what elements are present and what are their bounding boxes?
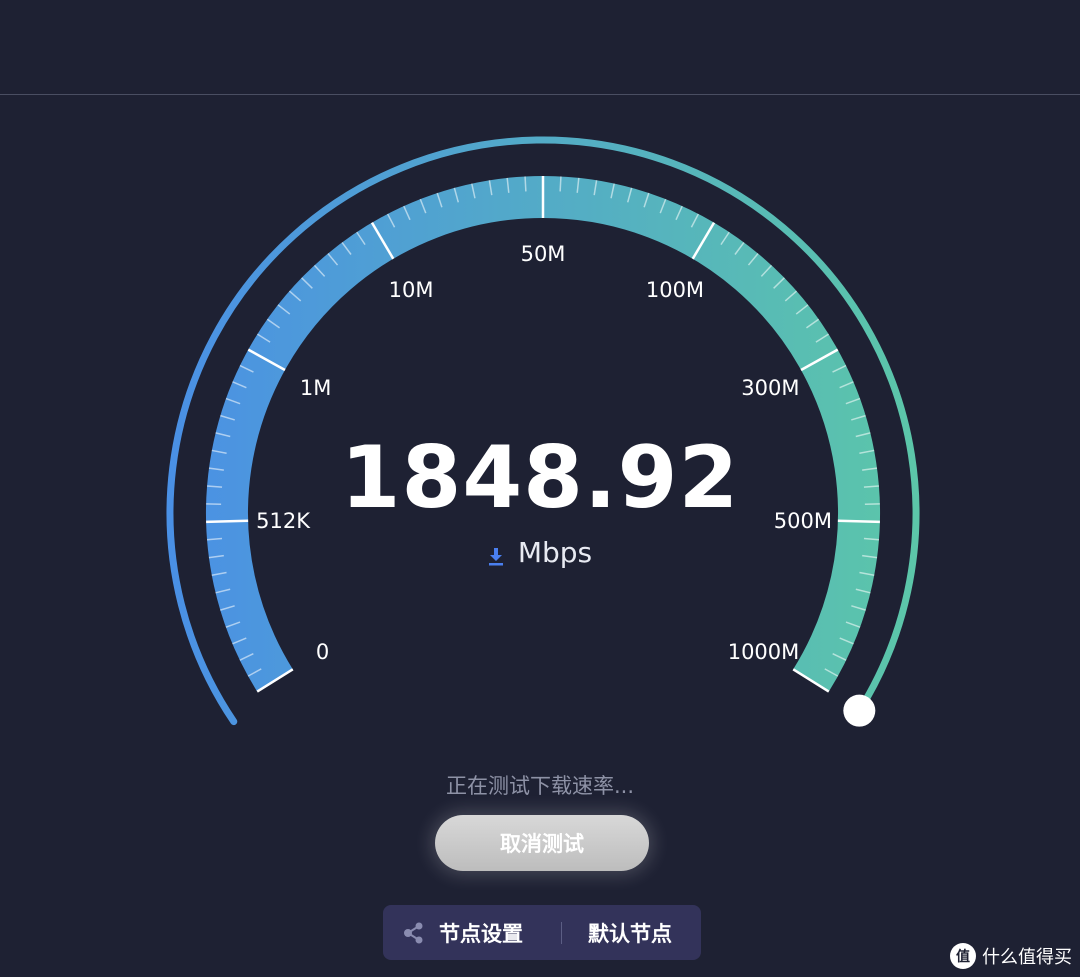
scale-label-1m: 1M <box>300 376 331 400</box>
scale-label-300m: 300M <box>741 376 799 400</box>
watermark-text: 什么值得买 <box>982 947 1072 968</box>
status-text: 正在测试下载速率... <box>445 774 635 798</box>
scale-label-0: 0 <box>316 640 329 664</box>
scale-label-100m: 100M <box>646 278 704 302</box>
node-bar: 节点设置 默认节点 <box>383 905 701 960</box>
watermark: 值 什么值得买 <box>950 943 1072 969</box>
progress-knob <box>843 694 876 727</box>
speed-value: 1848.92 <box>340 428 740 528</box>
watermark-logo: 值 <box>950 943 976 969</box>
scale-label-10m: 10M <box>389 278 434 302</box>
unit-row: Mbps <box>0 536 1080 569</box>
speed-unit: Mbps <box>517 536 593 569</box>
cancel-test-button[interactable]: 取消测试 <box>435 815 649 871</box>
download-icon <box>488 547 503 565</box>
scale-label-1000m: 1000M <box>728 640 800 664</box>
node-settings-button[interactable]: 节点设置 <box>383 905 561 960</box>
node-settings-label: 节点设置 <box>439 921 523 946</box>
scale-label-50m: 50M <box>521 242 566 266</box>
default-node-button[interactable]: 默认节点 <box>562 918 672 948</box>
nodes-icon <box>404 922 423 943</box>
minor-tick <box>524 176 527 192</box>
minor-tick <box>559 176 562 192</box>
